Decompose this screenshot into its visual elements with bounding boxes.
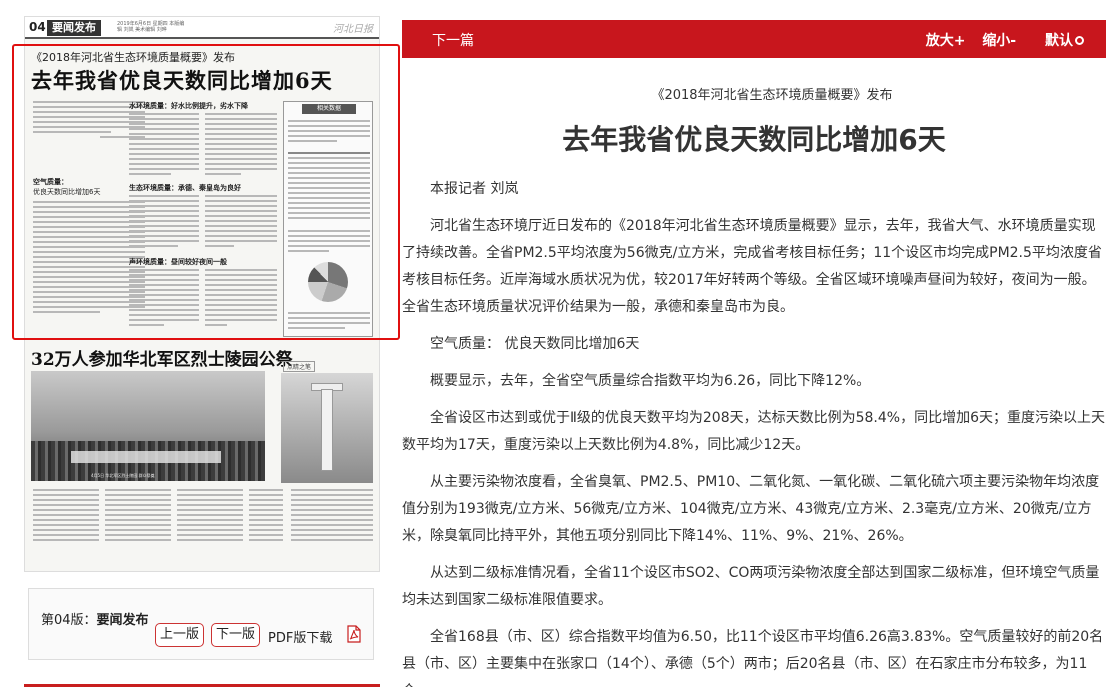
paper-water-text-2: [205, 113, 277, 178]
paper-side-box-title: 相关数据: [302, 104, 356, 114]
pager-title-section: 要闻发布: [96, 613, 149, 628]
article-paragraph: 从主要污染物浓度看，全省臭氧、PM2.5、PM10、二氧化氮、一氧化碳、二氧化硫…: [402, 474, 1100, 544]
article-kicker: 《2018年河北省生态环境质量概要》发布: [651, 88, 893, 103]
article-paragraph: 从达到二级标准情况看，全省11个设区市SO2、CO两项污染物浓度全部达到国家二级…: [402, 565, 1100, 608]
paper-sub-water: 水环境质量：好水比例提升，劣水下降: [129, 102, 248, 110]
paper-article2-text-3: [177, 489, 243, 544]
paper-water-text: [129, 113, 199, 178]
paper-sub-air: 空气质量：: [33, 178, 68, 186]
paper-eco-text-2: [205, 195, 277, 250]
paper-side-note-title: 点睛之笔: [283, 361, 316, 372]
paper-sub-air2: 优良天数同比增加6天: [33, 188, 101, 196]
paper-side-text: [288, 230, 370, 255]
paper-date-line: 2019年6月6日 星期四 本版编辑 刘岚 美术编辑 刘晔: [117, 21, 185, 33]
paper-side-text-2: [288, 312, 370, 332]
paper-masthead: 河北日报: [333, 24, 373, 35]
next-article-link[interactable]: 下一篇: [432, 30, 474, 50]
paper-photo-memorial: 4月5日 华北军区烈士陵园 群众祭奠: [31, 371, 265, 481]
article-paragraph: 全省168县（市、区）综合指数平均值为6.50，比11个设区市平均值6.26高3…: [402, 629, 1104, 687]
paper-pie-chart-image: [308, 262, 348, 302]
default-size-label: 默认: [1045, 33, 1073, 49]
paper-article2-title: 32万人参加华北军区烈士陵园公祭: [31, 350, 293, 370]
pdf-download-link[interactable]: PDF版下载: [268, 627, 332, 646]
article-paragraph: 河北省生态环境厅近日发布的《2018年河北省生态环境质量概要》显示，去年，我省大…: [402, 218, 1102, 315]
pager-title: 第04版：要闻发布: [41, 609, 149, 628]
paper-article2-text-2: [105, 489, 171, 544]
zoom-out-button[interactable]: 缩小-: [982, 33, 1016, 49]
paper-sub-noise: 声环境质量：昼间较好夜间一般: [129, 258, 227, 266]
pager-title-prefix: 第04版：: [41, 613, 97, 628]
paper-photo-caption: 4月5日 华北军区烈士陵园 群众祭奠: [91, 473, 155, 478]
paper-article1-kicker: 《2018年河北省生态环境质量概要》发布: [31, 51, 235, 64]
paper-header: 04 要闻发布 2019年6月6日 星期四 本版编辑 刘岚 美术编辑 刘晔 河北…: [25, 17, 379, 39]
paper-article2-text-1: [33, 489, 99, 544]
font-size-tools: 放大+ 缩小- 默认: [914, 30, 1084, 50]
article-paragraph: 全省设区市达到或优于Ⅱ级的优良天数平均为208天，达标天数比例为58.4%，同比…: [402, 410, 1105, 453]
zoom-in-button[interactable]: 放大+: [926, 33, 966, 49]
article-toolbar: 下一篇 放大+ 缩小- 默认: [402, 20, 1106, 58]
paper-article2-text-4: [249, 489, 283, 544]
paper-page-number: 04: [29, 20, 46, 34]
paper-photo-monument: [281, 373, 373, 483]
paper-section-label: 要闻发布: [47, 20, 101, 36]
paper-eco-text: [129, 195, 199, 250]
default-size-button[interactable]: 默认: [1033, 33, 1084, 49]
article-title: 去年我省优良天数同比增加6天: [562, 123, 946, 156]
paper-noise-text: [129, 269, 199, 329]
article-subheading: 空气质量： 优良天数同比增加6天: [430, 336, 640, 352]
photo-banner-shape: [71, 451, 221, 463]
circle-icon: [1075, 36, 1084, 45]
monument-shape: [321, 389, 333, 471]
paper-side-note-text: [291, 489, 373, 544]
next-page-button[interactable]: 下一版: [211, 623, 261, 647]
page-navigator: 第04版：要闻发布 上一版 下一版 PDF版下载: [28, 588, 374, 660]
paper-side-data-box: 相关数据: [283, 101, 373, 337]
prev-page-button[interactable]: 上一版: [155, 623, 205, 647]
paper-sub-eco: 生态环境质量：承德、秦皇岛为良好: [129, 184, 241, 192]
paper-side-table: [288, 152, 370, 222]
paper-side-intro: [288, 120, 370, 145]
article-byline: 本报记者 刘岚: [430, 181, 519, 197]
newspaper-page-image[interactable]: 04 要闻发布 2019年6月6日 星期四 本版编辑 刘岚 美术编辑 刘晔 河北…: [24, 16, 380, 572]
paper-article1-title: 去年我省优良天数同比增加6天: [31, 68, 333, 93]
article-paragraph: 概要显示，去年，全省空气质量综合指数平均为6.26，同比下降12%。: [430, 373, 871, 389]
newspaper-panel: 04 要闻发布 2019年6月6日 星期四 本版编辑 刘岚 美术编辑 刘晔 河北…: [12, 0, 400, 687]
pdf-icon[interactable]: [347, 625, 361, 643]
article-body: 本报记者 刘岚 河北省生态环境厅近日发布的《2018年河北省生态环境质量概要》显…: [402, 176, 1108, 687]
paper-noise-text-2: [205, 269, 277, 329]
